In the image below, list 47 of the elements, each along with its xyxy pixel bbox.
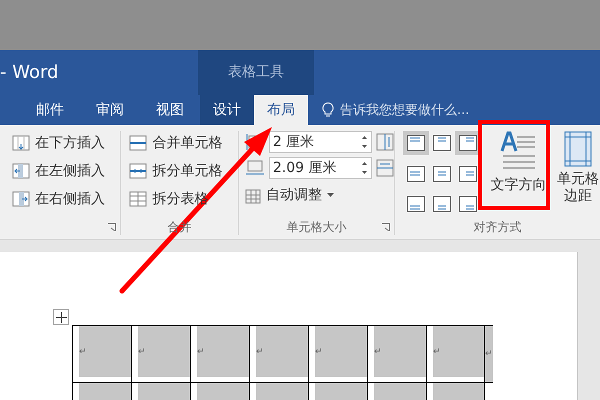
insert-cells-icon bbox=[12, 191, 30, 207]
row-end-mark: ↵ bbox=[485, 326, 493, 382]
ribbon-tab[interactable]: 设计 bbox=[200, 95, 254, 125]
table-move-handle[interactable] bbox=[53, 309, 69, 325]
insert-button[interactable]: 在下方插入 bbox=[12, 131, 120, 155]
distribute-columns-icon[interactable] bbox=[376, 159, 394, 177]
dialog-launcher-icon[interactable] bbox=[108, 223, 116, 231]
cell-margins-icon bbox=[564, 131, 592, 167]
group-label: 对齐方式 bbox=[472, 219, 522, 235]
tell-me-field[interactable]: 告诉我您想要做什么... bbox=[322, 95, 470, 125]
table-cell: ↵ bbox=[374, 326, 426, 377]
cell-alignment-button[interactable] bbox=[403, 131, 429, 155]
window-title: - Word bbox=[0, 61, 60, 85]
cells-icon bbox=[129, 135, 148, 151]
table-cell: ↵ bbox=[433, 326, 484, 377]
text-direction-button[interactable]: 文字方向 bbox=[487, 131, 550, 219]
width-field[interactable]: 2.09 厘米 bbox=[268, 157, 372, 179]
ribbon-tab[interactable]: 审阅 bbox=[80, 95, 140, 125]
merge-split-button[interactable]: 合并单元格 bbox=[129, 131, 238, 155]
ribbon-tab[interactable]: 视图 bbox=[140, 95, 200, 125]
spinner-icon[interactable] bbox=[361, 160, 368, 176]
insert-cells-icon bbox=[12, 135, 30, 151]
move-icon bbox=[56, 312, 66, 322]
lightbulb-icon bbox=[322, 102, 334, 118]
distribute-rows-icon[interactable] bbox=[376, 133, 394, 151]
table-cell: ↵ bbox=[256, 326, 308, 377]
insert-button[interactable]: 在左侧插入 bbox=[12, 159, 120, 183]
autofit-button[interactable]: 自动调整 bbox=[245, 183, 394, 207]
table-cell: ↵ bbox=[315, 326, 367, 377]
spinner-icon[interactable] bbox=[361, 134, 368, 150]
merge-split-button[interactable]: 拆分单元格 bbox=[129, 159, 238, 183]
table-icon bbox=[129, 191, 148, 207]
ribbon-tab[interactable]: 布局 bbox=[254, 95, 308, 125]
column-width-icon bbox=[245, 159, 265, 177]
group-label: 单元格大小 bbox=[286, 219, 348, 235]
dropdown-caret-icon bbox=[327, 193, 334, 197]
table-cell: ↵ bbox=[197, 326, 249, 377]
table-cell: ↵ bbox=[138, 326, 190, 377]
table-cell: ↵ bbox=[79, 326, 131, 377]
cell-margins-button[interactable]: 单元格 边距 bbox=[556, 131, 600, 219]
ribbon-tab[interactable]: 邮件 bbox=[20, 95, 80, 125]
height-field[interactable]: 2 厘米 bbox=[268, 131, 372, 153]
dialog-launcher-icon[interactable] bbox=[382, 223, 390, 231]
insert-button[interactable]: 在右侧插入 bbox=[12, 187, 120, 211]
context-tab-group: 表格工具 bbox=[198, 50, 314, 95]
cells-icon bbox=[129, 163, 148, 179]
insert-cells-icon bbox=[12, 163, 30, 179]
